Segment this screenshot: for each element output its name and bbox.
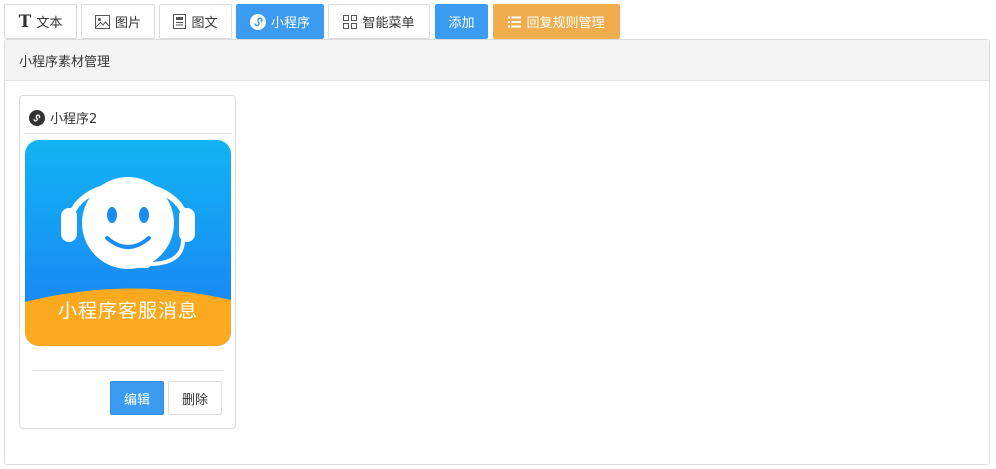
miniprogram-card: 小程序2 小程序客服消息 编辑 删除 (19, 95, 236, 429)
tab-label: 小程序 (270, 16, 310, 31)
edit-button[interactable]: 编辑 (110, 381, 164, 415)
thumbnail-caption: 小程序客服消息 (57, 300, 198, 322)
tab-label: 图文 (191, 16, 218, 31)
article-icon (173, 14, 187, 29)
tab-label: 文本 (36, 16, 63, 31)
card-title: 小程序2 (50, 112, 98, 127)
delete-label: 删除 (181, 392, 208, 408)
miniprogram-thumbnail: 小程序客服消息 (25, 140, 231, 346)
tab-article[interactable]: 图文 (159, 4, 232, 39)
add-button[interactable]: 添加 (435, 4, 488, 39)
add-label: 添加 (448, 16, 475, 31)
image-icon (94, 14, 110, 29)
edit-label: 编辑 (123, 392, 150, 408)
tab-image[interactable]: 图片 (81, 4, 155, 39)
panel-header: 小程序素材管理 (5, 40, 989, 81)
card-header: 小程序2 (25, 102, 231, 134)
panel-title: 小程序素材管理 (19, 54, 111, 70)
tab-miniprogram[interactable]: 小程序 (236, 4, 324, 39)
card-divider (32, 370, 223, 371)
miniprogram-icon (249, 13, 266, 30)
tab-smart-menu[interactable]: 智能菜单 (328, 4, 430, 39)
menu-grid-icon (343, 14, 358, 29)
list-icon (508, 16, 522, 28)
miniprogram-icon (29, 109, 45, 126)
tab-text[interactable]: T 文本 (4, 4, 77, 39)
tab-label: 智能菜单 (362, 16, 415, 31)
text-icon: T (18, 11, 32, 32)
rules-label: 回复规则管理 (526, 16, 605, 31)
delete-button[interactable]: 删除 (168, 381, 222, 415)
tab-label: 图片 (114, 16, 141, 31)
reply-rules-button[interactable]: 回复规则管理 (493, 4, 620, 39)
